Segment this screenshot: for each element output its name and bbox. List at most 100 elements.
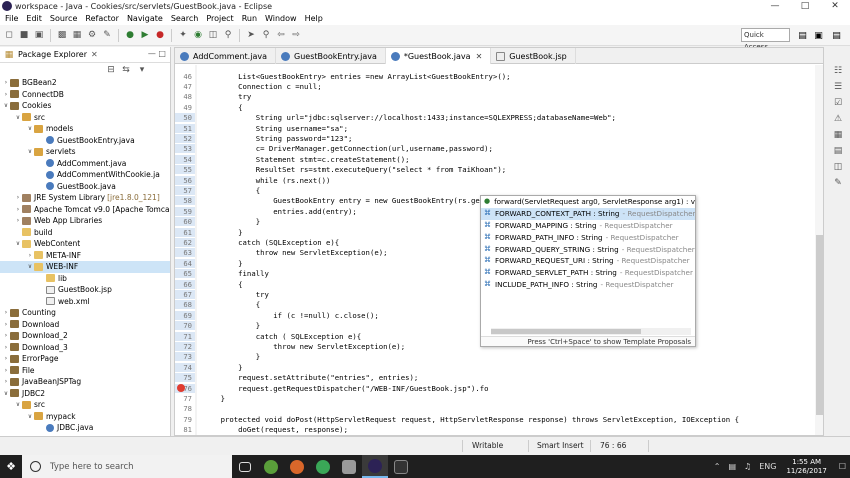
data-source-icon[interactable]: ◫ bbox=[832, 161, 844, 173]
chevron-right-icon[interactable]: › bbox=[2, 91, 10, 98]
menu-search[interactable]: Search bbox=[167, 14, 202, 23]
chevron-down-icon[interactable]: ∨ bbox=[26, 125, 34, 132]
menu-project[interactable]: Project bbox=[202, 14, 237, 23]
app-terminal-icon[interactable] bbox=[388, 455, 414, 478]
completion-item[interactable]: ⌘ FORWARD_QUERY_STRING : String - RequestD… bbox=[481, 243, 695, 255]
console-icon[interactable]: ▦ bbox=[832, 129, 844, 141]
tree-item[interactable]: ∨ models bbox=[0, 123, 170, 135]
tree-item[interactable]: GuestBook.jsp bbox=[0, 284, 170, 296]
tree-item[interactable]: ∨ mypack bbox=[0, 411, 170, 423]
chevron-right-icon[interactable]: › bbox=[2, 321, 10, 328]
vertical-scrollbar[interactable] bbox=[815, 65, 823, 435]
completion-item[interactable]: ⌘ FORWARD_REQUEST_URI : String - RequestDi… bbox=[481, 255, 695, 267]
tree-item[interactable]: › Apache Tomcat v9.0 [Apache Tomca bbox=[0, 204, 170, 216]
tree-item[interactable]: ∨ src bbox=[0, 399, 170, 411]
tree-item[interactable]: ∨ WEB-INF bbox=[0, 261, 170, 273]
tree-item[interactable]: AddComment.java bbox=[0, 158, 170, 170]
language-indicator[interactable]: ENG bbox=[759, 462, 776, 471]
taskbar-search-input[interactable]: Type here to search bbox=[22, 455, 232, 478]
java-ee-perspective-icon[interactable]: ▣ bbox=[812, 29, 825, 42]
completion-item[interactable]: ● forward(ServletRequest arg0, ServletRes… bbox=[481, 196, 695, 208]
completion-item[interactable]: ⌘ INCLUDE_PATH_INFO : String - RequestDisp… bbox=[481, 279, 695, 291]
menu-edit[interactable]: Edit bbox=[22, 14, 46, 23]
outline-icon[interactable]: ☷ bbox=[832, 65, 844, 77]
tree-item[interactable]: web.xml bbox=[0, 296, 170, 308]
chevron-down-icon[interactable]: ∨ bbox=[14, 114, 22, 121]
open-perspective-icon[interactable]: ▤ bbox=[796, 29, 809, 42]
menu-refactor[interactable]: Refactor bbox=[81, 14, 123, 23]
chevron-down-icon[interactable]: ∨ bbox=[26, 413, 34, 420]
tree-item[interactable]: › ConnectDB bbox=[0, 89, 170, 101]
chevron-up-icon[interactable]: ⌃ bbox=[714, 462, 721, 471]
minimize-button[interactable]: — bbox=[760, 1, 790, 11]
app-tools-icon[interactable] bbox=[336, 455, 362, 478]
close-icon[interactable]: ✕ bbox=[91, 50, 98, 59]
quick-access-input[interactable]: Quick Access bbox=[741, 28, 790, 51]
tree-item[interactable]: › Download_2 bbox=[0, 330, 170, 342]
editor-tab[interactable]: GuestBookEntry.java bbox=[276, 48, 386, 64]
vertical-scrollbar-thumb[interactable] bbox=[816, 235, 823, 415]
run-icon[interactable]: ▶ bbox=[139, 29, 151, 41]
tree-item[interactable]: GuestBookEntry.java bbox=[0, 135, 170, 147]
tree-item[interactable]: › Download bbox=[0, 319, 170, 331]
tree-item[interactable]: › BGBean2 bbox=[0, 77, 170, 89]
menu-help[interactable]: Help bbox=[301, 14, 327, 23]
new-java-class-icon[interactable]: ◉ bbox=[192, 29, 204, 41]
menu-navigate[interactable]: Navigate bbox=[123, 14, 167, 23]
tree-item[interactable]: › Web App Libraries bbox=[0, 215, 170, 227]
new-java-package-icon[interactable]: ✦ bbox=[177, 29, 189, 41]
chevron-right-icon[interactable]: › bbox=[2, 378, 10, 385]
snippets-icon[interactable]: ✎ bbox=[832, 177, 844, 189]
tree-item[interactable]: build bbox=[0, 227, 170, 239]
content-assist-scrollbar[interactable] bbox=[491, 328, 691, 335]
collapse-all-icon[interactable]: ⊟ bbox=[105, 64, 117, 76]
notifications-icon[interactable]: ☐ bbox=[839, 462, 846, 471]
tree-item[interactable]: › Counting bbox=[0, 307, 170, 319]
tasks-icon[interactable]: ☑ bbox=[832, 97, 844, 109]
clock[interactable]: 1:55 AM 11/26/2017 bbox=[786, 458, 826, 476]
terminal-icon[interactable]: ▩ bbox=[56, 29, 68, 41]
chevron-right-icon[interactable]: › bbox=[2, 79, 10, 86]
menu-source[interactable]: Source bbox=[46, 14, 81, 23]
volume-icon[interactable]: ♫ bbox=[744, 462, 751, 471]
editor-tab[interactable]: *GuestBook.java ✕ bbox=[385, 48, 492, 64]
package-explorer-title[interactable]: Package Explorer bbox=[18, 50, 87, 59]
server-icon[interactable]: ▦ bbox=[71, 29, 83, 41]
chevron-right-icon[interactable]: › bbox=[2, 344, 10, 351]
app-firefox-icon[interactable] bbox=[284, 455, 310, 478]
pen-icon[interactable]: ✎ bbox=[101, 29, 113, 41]
chevron-right-icon[interactable]: › bbox=[14, 206, 22, 213]
app-chrome-icon[interactable] bbox=[310, 455, 336, 478]
search-icon[interactable]: ⚲ bbox=[222, 29, 234, 41]
menu-window[interactable]: Window bbox=[261, 14, 301, 23]
completion-item[interactable]: ⌘ FORWARD_MAPPING : String - RequestDispat… bbox=[481, 220, 695, 232]
app-green-icon[interactable] bbox=[258, 455, 284, 478]
close-tab-icon[interactable]: ✕ bbox=[476, 52, 483, 61]
annotation-icon[interactable]: ➤ bbox=[245, 29, 257, 41]
servers-icon[interactable]: ▤ bbox=[832, 145, 844, 157]
menu-file[interactable]: File bbox=[1, 14, 22, 23]
completion-item[interactable]: ⌘ FORWARD_SERVLET_PATH : String - RequestD… bbox=[481, 267, 695, 279]
save-icon[interactable]: ■ bbox=[18, 29, 30, 41]
chevron-down-icon[interactable]: ∨ bbox=[26, 263, 34, 270]
save-all-icon[interactable]: ▣ bbox=[33, 29, 45, 41]
completion-item[interactable]: ⌘ FORWARD_CONTEXT_PATH : String - RequestD… bbox=[481, 207, 695, 220]
editor-tab[interactable]: GuestBook.jsp bbox=[491, 48, 576, 64]
tree-item[interactable]: › ErrorPage bbox=[0, 353, 170, 365]
tree-item[interactable]: GuestBook.java bbox=[0, 181, 170, 193]
forward-icon[interactable]: ⇨ bbox=[290, 29, 302, 41]
chevron-down-icon[interactable]: ∨ bbox=[2, 390, 10, 397]
view-menu-icon[interactable]: ▾ bbox=[136, 64, 148, 76]
chevron-down-icon[interactable]: ∨ bbox=[14, 401, 22, 408]
tree-item[interactable]: AddCommentWithCookie.ja bbox=[0, 169, 170, 181]
network-icon[interactable]: ▤ bbox=[728, 462, 736, 471]
minimize-view-icon[interactable]: — □ bbox=[148, 49, 166, 58]
link-with-editor-icon[interactable]: ⇆ bbox=[120, 64, 132, 76]
coverage-icon[interactable]: ● bbox=[154, 29, 166, 41]
tree-item[interactable]: › File bbox=[0, 365, 170, 377]
toggle-icon[interactable]: ⚙ bbox=[86, 29, 98, 41]
menu-run[interactable]: Run bbox=[238, 14, 261, 23]
chevron-right-icon[interactable]: › bbox=[2, 355, 10, 362]
close-window-button[interactable]: ✕ bbox=[820, 1, 850, 11]
tree-item[interactable]: ∨ servlets bbox=[0, 146, 170, 158]
